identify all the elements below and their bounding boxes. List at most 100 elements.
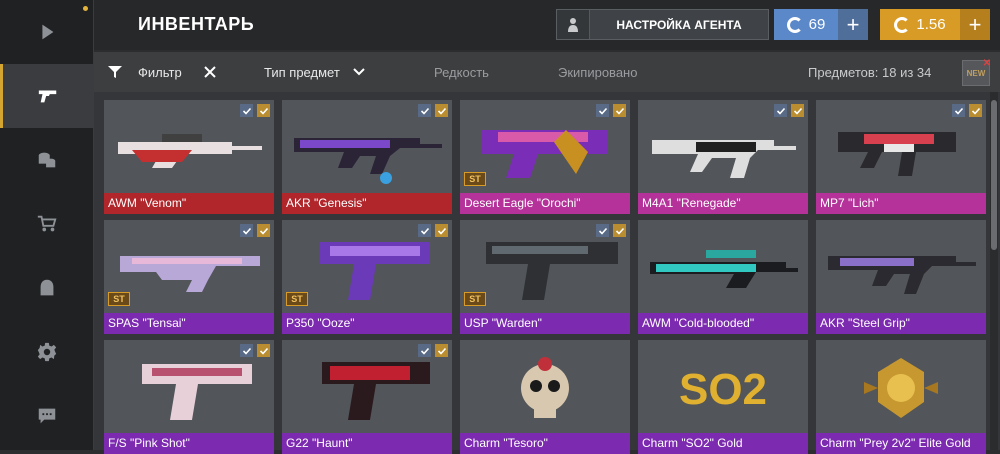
- silver-currency: 69 +: [774, 9, 868, 40]
- equipped-checks: [596, 104, 626, 117]
- filter-bar: Фильтр Тип предмет Редкость Экипировано …: [94, 52, 1000, 92]
- inventory-card[interactable]: AKR "Genesis": [282, 100, 452, 214]
- inventory-card[interactable]: AWM "Cold-blooded": [638, 220, 808, 334]
- equipped-ct-check-icon: [418, 344, 431, 357]
- equipped-checks: [418, 224, 448, 237]
- item-name: MP7 "Lich": [816, 193, 986, 214]
- inventory-card[interactable]: MP7 "Lich": [816, 100, 986, 214]
- equipped-ct-check-icon: [418, 104, 431, 117]
- equipped-t-check-icon: [435, 224, 448, 237]
- sidebar: [0, 0, 94, 450]
- equipped-t-check-icon: [613, 224, 626, 237]
- item-name: AWM "Cold-blooded": [638, 313, 808, 334]
- item-image: [521, 357, 569, 418]
- inventory-card[interactable]: ST USP "Warden": [460, 220, 630, 334]
- item-image: SO2: [679, 365, 767, 414]
- equipped-filter[interactable]: Экипировано: [558, 65, 637, 80]
- equipped-ct-check-icon: [596, 224, 609, 237]
- sidebar-item-market[interactable]: [0, 128, 93, 192]
- gear-icon: [37, 342, 56, 362]
- item-name: AWM "Venom": [104, 193, 274, 214]
- item-image: [294, 138, 442, 184]
- item-name: F/S "Pink Shot": [104, 433, 274, 454]
- item-name: G22 "Haunt": [282, 433, 452, 454]
- inventory-card[interactable]: ST P350 "Ooze": [282, 220, 452, 334]
- sidebar-item-clan[interactable]: [0, 256, 93, 320]
- item-image: [322, 362, 430, 420]
- page-title: ИНВЕНТАРЬ: [138, 14, 255, 34]
- agent-settings-label: НАСТРОЙКА АГЕНТА: [616, 17, 742, 32]
- equipped-ct-check-icon: [240, 344, 253, 357]
- chevron-down-icon: [353, 68, 365, 76]
- item-image: [864, 358, 938, 418]
- equipped-ct-check-icon: [952, 104, 965, 117]
- item-name: Charm "SO2" Gold: [638, 433, 808, 454]
- inventory-card[interactable]: SO2 Charm "SO2" Gold: [638, 340, 808, 454]
- agent-icon: [40, 279, 53, 296]
- equipped-checks: [596, 224, 626, 237]
- agent-settings-button[interactable]: НАСТРОЙКА АГЕНТА: [556, 9, 769, 40]
- item-image: [142, 364, 252, 420]
- sidebar-item-inventory[interactable]: [0, 64, 93, 128]
- inventory-card[interactable]: AWM "Venom": [104, 100, 274, 214]
- filter-label[interactable]: Фильтр: [138, 65, 182, 80]
- equipped-t-check-icon: [257, 344, 270, 357]
- pistol-icon: [38, 90, 57, 103]
- equipped-ct-check-icon: [596, 104, 609, 117]
- sidebar-item-settings[interactable]: [0, 320, 93, 384]
- equipped-ct-check-icon: [240, 104, 253, 117]
- item-name: M4A1 "Renegade": [638, 193, 808, 214]
- inventory-grid: AWM "Venom" AKR "Genesis" ST Desert Eagle "…: [94, 92, 1000, 454]
- play-icon: [41, 24, 53, 40]
- coins-icon: [38, 152, 55, 168]
- item-image: [650, 250, 798, 288]
- equipped-t-check-icon: [435, 104, 448, 117]
- stattrack-badge: ST: [464, 292, 486, 306]
- silver-amount: 69: [808, 16, 826, 33]
- stattrack-badge: ST: [286, 292, 308, 306]
- equipped-checks: [418, 344, 448, 357]
- item-name: Charm "Prey 2v2" Elite Gold: [816, 433, 986, 454]
- rarity-filter[interactable]: Редкость: [434, 65, 489, 80]
- inventory-card[interactable]: ST SPAS "Tensai": [104, 220, 274, 334]
- chat-icon: [38, 408, 55, 424]
- inventory-card[interactable]: M4A1 "Renegade": [638, 100, 808, 214]
- item-image: [120, 256, 260, 292]
- equipped-checks: [774, 104, 804, 117]
- item-image: [486, 242, 618, 300]
- filter-icon[interactable]: [108, 65, 122, 79]
- inventory-card[interactable]: F/S "Pink Shot": [104, 340, 274, 454]
- item-name: SPAS "Tensai": [104, 313, 274, 334]
- clear-filter-icon[interactable]: [204, 66, 216, 78]
- inventory-card[interactable]: G22 "Haunt": [282, 340, 452, 454]
- item-name: USP "Warden": [460, 313, 630, 334]
- cart-icon: [37, 215, 56, 232]
- equipped-t-check-icon: [791, 104, 804, 117]
- item-name: AKR "Genesis": [282, 193, 452, 214]
- inventory-card[interactable]: Charm "Prey 2v2" Elite Gold: [816, 340, 986, 454]
- item-image: [828, 256, 976, 294]
- inventory-card[interactable]: Charm "Tesoro": [460, 340, 630, 454]
- item-image: [652, 140, 796, 178]
- equipped-checks: [240, 344, 270, 357]
- sidebar-item-play[interactable]: [0, 0, 93, 64]
- item-image: [482, 130, 608, 178]
- sidebar-item-chat[interactable]: [0, 384, 93, 448]
- equipped-ct-check-icon: [774, 104, 787, 117]
- item-name: AKR "Steel Grip": [816, 313, 986, 334]
- item-type-dropdown[interactable]: Тип предмет: [264, 65, 340, 80]
- add-silver-button[interactable]: +: [838, 9, 868, 40]
- equipped-checks: [418, 104, 448, 117]
- gold-amount: 1.56: [916, 16, 946, 33]
- new-items-toggle[interactable]: NEW ✕: [962, 58, 991, 86]
- agent-icon: [557, 10, 590, 39]
- sidebar-item-shop[interactable]: [0, 192, 93, 256]
- scrollbar-thumb[interactable]: [991, 100, 997, 250]
- equipped-ct-check-icon: [240, 224, 253, 237]
- header: ИНВЕНТАРЬ НАСТРОЙКА АГЕНТА 69 + 1.56 +: [94, 0, 1000, 50]
- item-count: Предметов: 18 из 34: [808, 65, 932, 80]
- inventory-card[interactable]: ST Desert Eagle "Orochi": [460, 100, 630, 214]
- equipped-t-check-icon: [613, 104, 626, 117]
- add-gold-button[interactable]: +: [960, 9, 990, 40]
- inventory-card[interactable]: AKR "Steel Grip": [816, 220, 986, 334]
